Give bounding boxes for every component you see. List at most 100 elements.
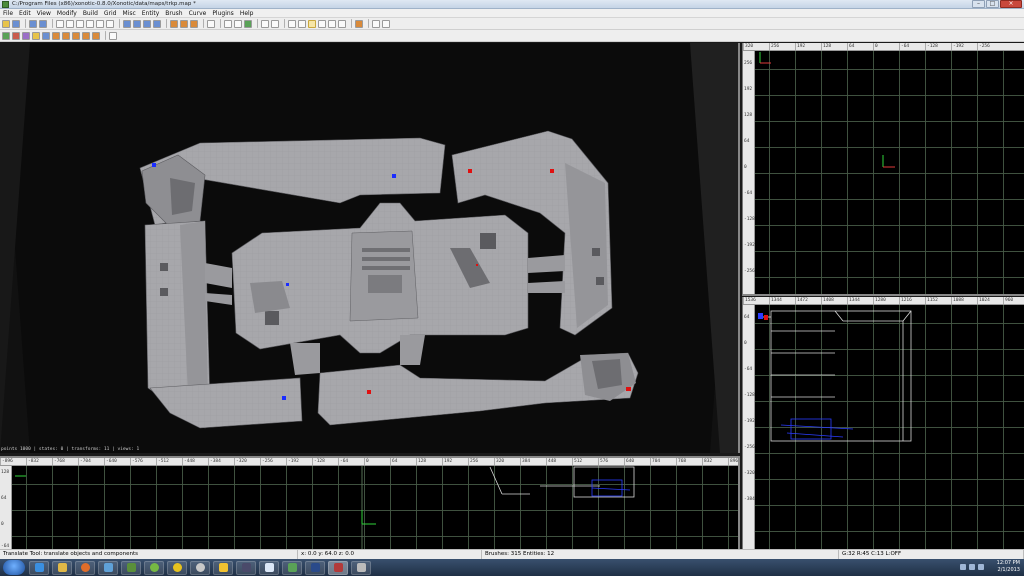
toolbar-separator [351,19,352,28]
menu-help[interactable]: Help [240,10,254,17]
taskbar-firefox-icon[interactable] [75,560,95,575]
flip-z-icon[interactable] [96,19,104,28]
toolbar-separator [25,19,26,28]
menu-grid[interactable]: Grid [104,10,117,17]
redo-icon[interactable] [39,19,47,28]
top-view-gizmo [759,52,895,168]
plugin-bobtoolz-icon[interactable] [109,31,117,40]
flip-x-icon[interactable] [56,19,64,28]
menu-build[interactable]: Build [83,10,98,17]
plugin-bob-icon[interactable] [2,31,10,40]
select-inside-icon[interactable] [133,19,141,28]
rotate-z-icon[interactable] [106,19,114,28]
csg-subtract-icon[interactable] [170,19,178,28]
menu-entity[interactable]: Entity [142,10,160,17]
toolbar-separator [284,19,285,28]
clock-date: 2/1/2013 [997,567,1020,573]
resize-tool-icon[interactable] [338,19,346,28]
select-partial-tall-icon[interactable] [143,19,151,28]
menu-brush[interactable]: Brush [165,10,182,17]
texture-lock-icon[interactable] [271,19,279,28]
plugin-path-icon[interactable] [32,31,40,40]
flag-icon[interactable] [978,564,984,570]
change-view-icon[interactable] [224,19,232,28]
toolbar-separator [368,19,369,28]
taskbar-steam-icon[interactable] [190,560,210,575]
menu-modify[interactable]: Modify [57,10,77,17]
toolbar-separator [166,19,167,28]
taskbar-notepad-icon[interactable] [282,560,302,575]
ortho-view-side[interactable]: 1536 1344 1472 1408 1344 1280 1216 1152 … [742,297,1024,549]
make-hollow-icon[interactable] [190,19,198,28]
csg-merge-icon[interactable] [180,19,188,28]
patch-inspector-icon[interactable] [355,19,363,28]
toolbar-separator [203,19,204,28]
ortho-view-front[interactable]: -896 -832 -768 -704 -640 -576 -512 -448 … [0,456,740,549]
taskbar-norton-icon[interactable] [167,560,187,575]
app-icon [2,0,9,8]
select-complete-tall-icon[interactable] [153,19,161,28]
plugin-prefab-icon[interactable] [12,31,20,40]
camera-movement-icon[interactable] [261,19,269,28]
start-button[interactable] [3,560,25,575]
volume-icon[interactable] [969,564,975,570]
rotate-x-icon[interactable] [66,19,74,28]
spawn-blue [282,396,286,400]
open-map-icon[interactable] [2,19,10,28]
plugin-stair-icon[interactable] [42,31,50,40]
status-grid: G:32 R:45 C:13 L:OFF [839,550,1024,559]
taskbar-paint-icon[interactable] [259,560,279,575]
taskbar-radiant-icon[interactable] [328,560,348,575]
taskbar-xonotic-icon[interactable] [305,560,325,575]
side-view-geometry [758,310,912,442]
close-button[interactable]: × [1000,0,1022,8]
select-touching-icon[interactable] [123,19,131,28]
texture-rotation-icon[interactable] [288,19,296,28]
plugin-shape-icon[interactable] [22,31,30,40]
viewport-info: points 1000 | states: 0 | transforms: 11… [1,447,140,452]
plugin-fence-icon[interactable] [72,31,80,40]
taskbar-minecraft-icon[interactable] [121,560,141,575]
taskbar-ie-icon[interactable] [29,560,49,575]
maximize-button[interactable]: □ [986,0,999,8]
texture-scale-icon[interactable] [298,19,306,28]
taskbar-explorer-icon[interactable] [52,560,72,575]
scale-tool-icon[interactable] [328,19,336,28]
window-titlebar: C:/Program Files (x86)/xonotic-0.8.0/Xon… [0,0,1024,9]
rotate-tool-icon[interactable] [318,19,326,28]
plugin-cat-icon[interactable] [62,31,70,40]
camera-3d-viewport[interactable]: points 1000 | states: 0 | transforms: 11… [0,43,740,453]
translate-tool-icon[interactable] [308,19,316,28]
menu-curve[interactable]: Curve [189,10,207,17]
menu-view[interactable]: View [37,10,51,17]
spawn-red [626,387,631,391]
undo-icon[interactable] [29,19,37,28]
taskbar-burn-icon[interactable] [213,560,233,575]
taskbar-utorrent-icon[interactable] [144,560,164,575]
ortho-view-top[interactable]: 320 256 192 128 64 0 -64 -128 -192 -256 … [742,43,1024,296]
plugin-rug-icon[interactable] [92,31,100,40]
clipper-icon[interactable] [207,19,215,28]
main-toolbar [0,18,1024,30]
surface-inspector-icon[interactable] [382,19,390,28]
entity-inspector-icon[interactable] [372,19,380,28]
menu-misc[interactable]: Misc [122,10,135,17]
toolbar-separator [52,19,53,28]
plugin-block-icon[interactable] [82,31,90,40]
plugin-toolbar [0,30,1024,42]
network-icon[interactable] [960,564,966,570]
clock[interactable]: 12:07 PM 2/1/2013 [997,560,1020,574]
taskbar-illustrator-icon[interactable] [236,560,256,575]
save-map-icon[interactable] [12,19,20,28]
menu-edit[interactable]: Edit [19,10,31,17]
rotate-y-icon[interactable] [86,19,94,28]
minimize-button[interactable]: – [972,0,985,8]
flip-y-icon[interactable] [76,19,84,28]
menu-plugins[interactable]: Plugins [212,10,234,17]
texture-view-icon[interactable] [234,19,242,28]
taskbar-tool-icon[interactable] [351,560,371,575]
menu-file[interactable]: File [3,10,13,17]
cubic-clip-icon[interactable] [244,19,252,28]
taskbar-media-player-icon[interactable] [98,560,118,575]
plugin-door-icon[interactable] [52,31,60,40]
